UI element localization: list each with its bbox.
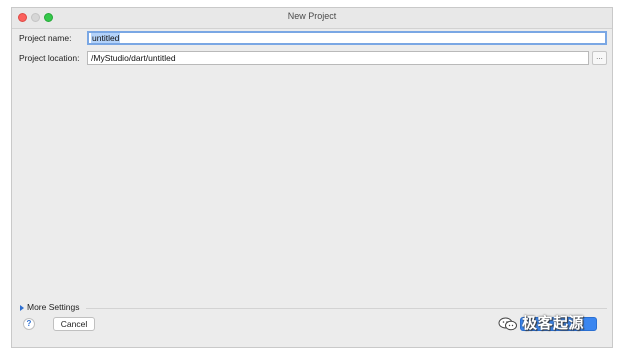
project-name-row: Project name: untitled <box>18 31 607 45</box>
project-name-input[interactable]: untitled <box>87 31 607 45</box>
project-location-row: Project location: /MyStudio/dart/untitle… <box>18 51 607 65</box>
browse-location-button[interactable]: ... <box>592 51 607 65</box>
help-button[interactable]: ? <box>23 318 35 330</box>
title-bar[interactable]: New Project <box>12 8 612 29</box>
triangle-right-icon <box>20 305 24 311</box>
project-location-label: Project location: <box>19 53 80 63</box>
wechat-icon <box>498 317 517 331</box>
window-title: New Project <box>287 11 337 21</box>
more-settings-label: More Settings <box>27 302 80 312</box>
new-project-dialog: New Project Project name: untitled Proje… <box>11 7 613 348</box>
project-name-label: Project name: <box>19 33 72 43</box>
more-settings-toggle[interactable]: More Settings <box>18 302 607 314</box>
project-location-input[interactable]: /MyStudio/dart/untitled <box>87 51 589 65</box>
cancel-button[interactable]: Cancel <box>53 317 95 331</box>
watermark: 极客起源 <box>496 314 606 334</box>
more-settings-divider <box>86 308 607 309</box>
watermark-text: 极客起源 <box>522 315 585 332</box>
project-location-value: /MyStudio/dart/untitled <box>91 53 176 63</box>
project-name-value: untitled <box>91 33 121 43</box>
